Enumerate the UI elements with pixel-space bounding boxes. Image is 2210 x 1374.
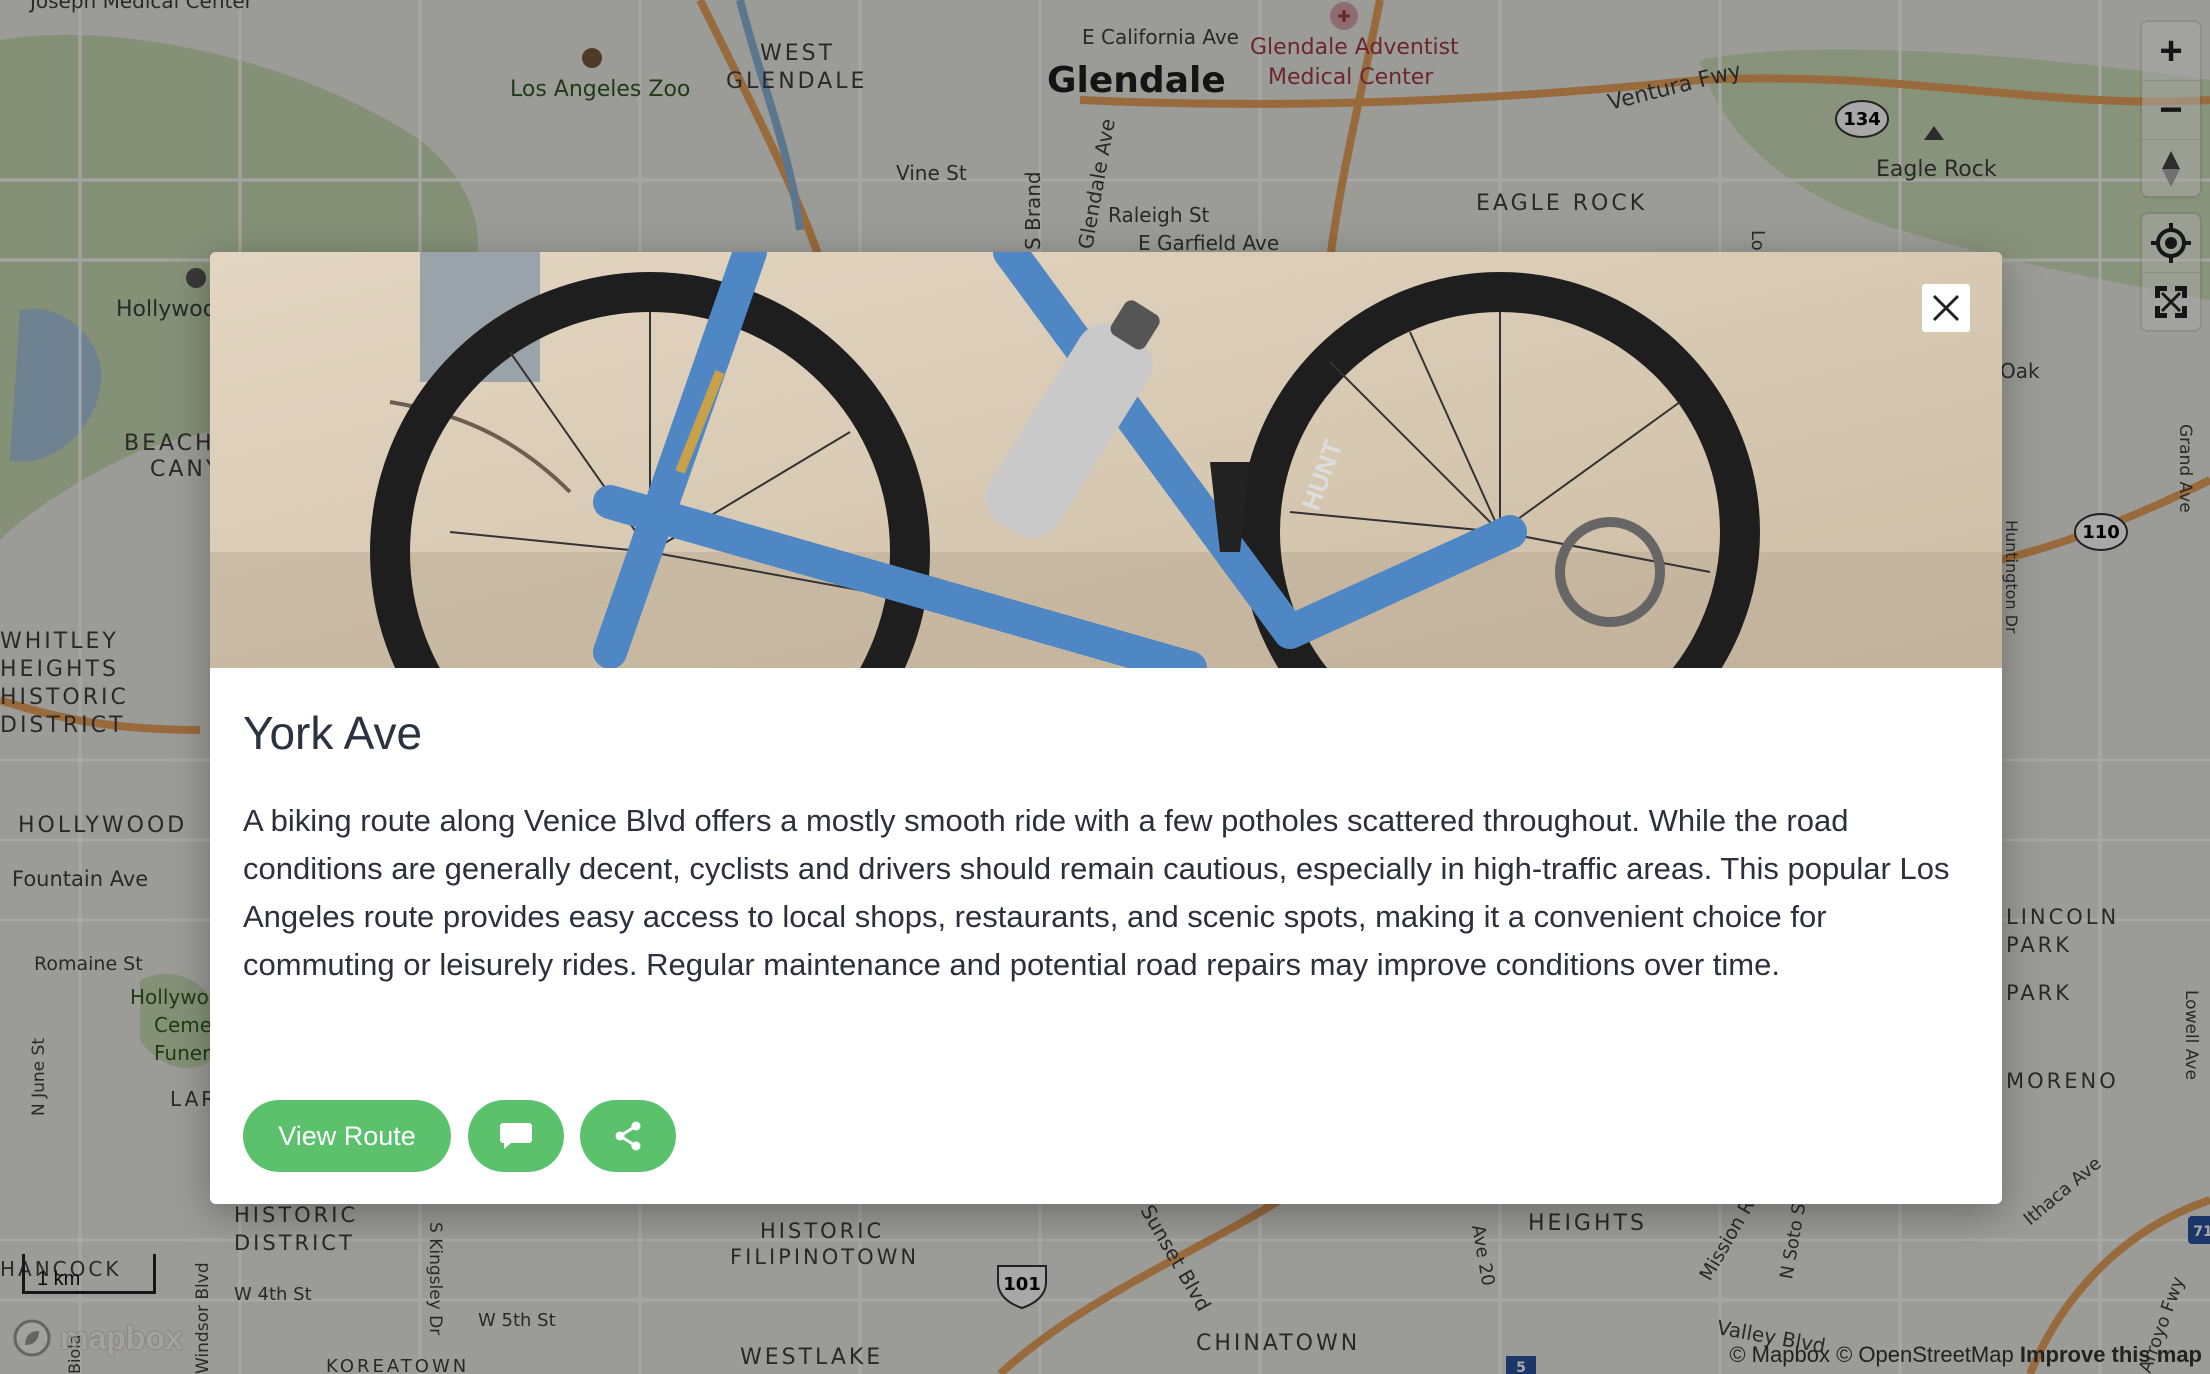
improve-map-link[interactable]: Improve this map [2020,1342,2202,1367]
view-route-button[interactable]: View Route [243,1100,451,1172]
attribution-osm-link[interactable]: © OpenStreetMap [1836,1342,2014,1367]
comment-icon [500,1123,532,1149]
attribution: © Mapbox © OpenStreetMap Improve this ma… [1729,1342,2202,1368]
close-icon [1932,294,1960,322]
share-icon [615,1121,641,1151]
route-modal: HUNT York Ave A biking route along Venic… [210,252,2002,1204]
share-button[interactable] [580,1100,676,1172]
route-title: York Ave [243,707,423,759]
route-description: A biking route along Venice Blvd offers … [243,803,1950,982]
view-route-label: View Route [278,1120,416,1151]
comment-button[interactable] [468,1100,564,1172]
route-photo: HUNT [210,252,2002,668]
bike-photo: HUNT [210,252,2002,668]
close-button[interactable] [1922,284,1970,332]
attribution-mapbox-link[interactable]: © Mapbox [1729,1342,1830,1367]
